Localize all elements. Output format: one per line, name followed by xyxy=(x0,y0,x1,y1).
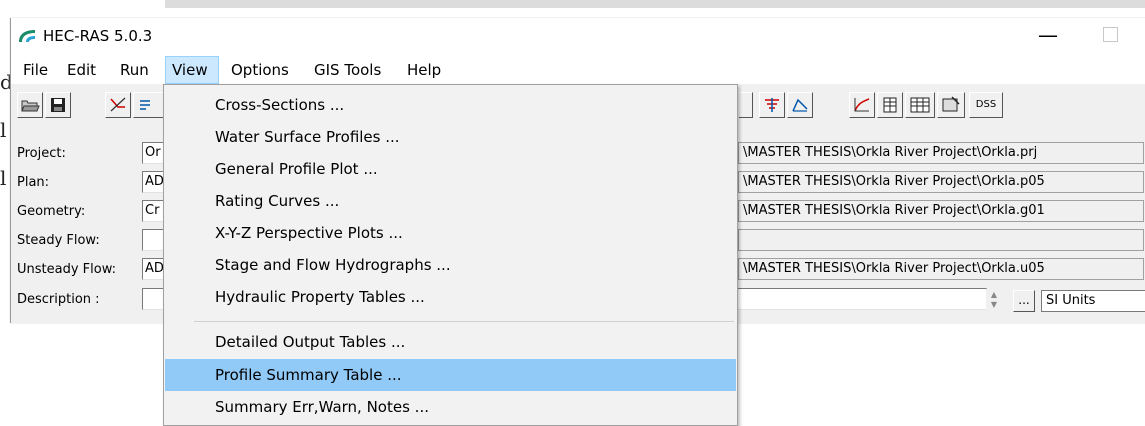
unsteady-flow-path: \MASTER THESIS\Orkla River Project\Orkla… xyxy=(738,258,1144,280)
hydraulic-table-icon xyxy=(854,98,870,112)
geometry-icon xyxy=(140,100,150,110)
menu-item-cross-sections[interactable]: Cross-Sections ... xyxy=(165,89,736,121)
cross-section-icon xyxy=(110,97,126,112)
summary-table-icon xyxy=(883,97,897,113)
open-icon xyxy=(21,100,40,112)
project-path: \MASTER THESIS\Orkla River Project\Orkla… xyxy=(738,142,1144,164)
menu-item-summary-err-warn-notes[interactable]: Summary Err,Warn, Notes ... xyxy=(165,391,736,423)
menu-bar: File Edit Run View Options GIS Tools Hel… xyxy=(11,56,1145,84)
background-window-strip xyxy=(165,0,1145,8)
save-icon xyxy=(51,98,65,112)
minimize-button[interactable]: — xyxy=(1033,20,1063,50)
menu-run[interactable]: Run xyxy=(114,56,155,84)
menu-item-detailed-output-tables[interactable]: Detailed Output Tables ... xyxy=(165,326,736,358)
rating-curve-button[interactable] xyxy=(787,92,813,118)
window-title: HEC-RAS 5.0.3 xyxy=(43,27,153,45)
title-bar[interactable]: HEC-RAS 5.0.3 — xyxy=(11,18,1145,56)
description-label: Description : xyxy=(17,292,100,307)
open-project-button[interactable] xyxy=(17,92,43,118)
rating-curve-icon xyxy=(792,98,808,112)
save-project-button[interactable] xyxy=(45,92,71,118)
menu-gis-tools[interactable]: GIS Tools xyxy=(308,56,387,84)
description-scroll[interactable]: ▲ ▼ xyxy=(986,290,1002,312)
plan-label: Plan: xyxy=(17,175,50,190)
menu-item-general-profile-plot[interactable]: General Profile Plot ... xyxy=(165,153,736,185)
view-menu-dropdown: Cross-Sections ... Water Surface Profile… xyxy=(163,84,738,426)
detailed-table-icon xyxy=(910,97,930,113)
cross-section-button[interactable] xyxy=(105,92,131,118)
geometry-label: Geometry: xyxy=(17,204,86,219)
menu-item-water-surface-profiles[interactable]: Water Surface Profiles ... xyxy=(165,121,736,153)
menu-view[interactable]: View xyxy=(165,56,219,84)
description-edit-button[interactable]: ... xyxy=(1013,290,1035,312)
background-text-fragment: l xyxy=(0,118,7,142)
menu-edit[interactable]: Edit xyxy=(61,56,102,84)
geometry-path: \MASTER THESIS\Orkla River Project\Orkla… xyxy=(738,200,1144,222)
steady-flow-path xyxy=(738,229,1144,251)
properties-icon xyxy=(942,96,960,112)
menu-item-profile-summary-table[interactable]: Profile Summary Table ... xyxy=(165,359,736,391)
background-text-fragment: l xyxy=(0,166,7,190)
profile-plot-button[interactable] xyxy=(739,92,753,118)
maximize-button[interactable] xyxy=(1103,27,1118,42)
water-surface-button[interactable] xyxy=(759,92,785,118)
units-indicator: SI Units xyxy=(1041,290,1145,312)
dss-button[interactable]: DSS xyxy=(969,92,1003,118)
hydraulic-table-button[interactable] xyxy=(849,92,875,118)
menu-item-rating-curves[interactable]: Rating Curves ... xyxy=(165,185,736,217)
menu-item-xyz-perspective-plots[interactable]: X-Y-Z Perspective Plots ... xyxy=(165,217,736,249)
summary-table-button[interactable] xyxy=(877,92,903,118)
menu-options[interactable]: Options xyxy=(225,56,295,84)
menu-item-hydraulic-property-tables[interactable]: Hydraulic Property Tables ... xyxy=(165,281,736,313)
unsteady-flow-label: Unsteady Flow: xyxy=(17,262,117,277)
plan-path: \MASTER THESIS\Orkla River Project\Orkla… xyxy=(738,171,1144,193)
hec-ras-app-icon xyxy=(19,30,35,42)
menu-item-stage-flow-hydrographs[interactable]: Stage and Flow Hydrographs ... xyxy=(165,249,736,281)
menu-separator xyxy=(194,321,734,322)
detailed-table-button[interactable] xyxy=(905,92,935,118)
properties-button[interactable] xyxy=(937,92,965,118)
geometry-button[interactable] xyxy=(133,92,165,118)
steady-flow-label: Steady Flow: xyxy=(17,233,100,248)
profile-icon xyxy=(765,98,779,112)
menu-help[interactable]: Help xyxy=(401,56,447,84)
menu-file[interactable]: File xyxy=(17,56,54,84)
project-label: Project: xyxy=(17,146,66,161)
